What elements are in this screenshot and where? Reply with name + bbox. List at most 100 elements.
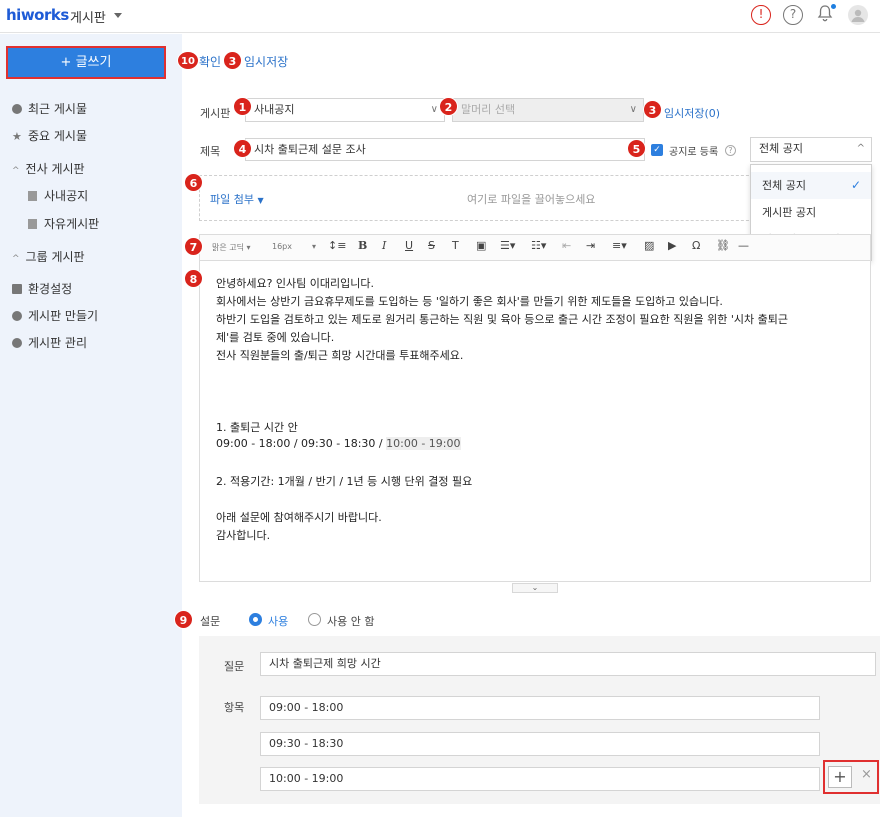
highlight-icon[interactable]: ▣ [476,239,486,252]
sidebar-item-create-board[interactable]: 게시판 만들기 [12,307,98,324]
alert-icon[interactable]: ! [751,5,771,25]
video-icon[interactable]: ▶ [668,239,676,252]
survey-option-input[interactable]: 09:30 - 18:30 [260,732,820,756]
editor-line: 안녕하세요? 인사팀 이대리입니다. [216,277,375,290]
step-badge: 10 [177,51,199,70]
bold-icon[interactable]: B [358,239,367,252]
caret-down-icon[interactable]: ▾ [312,242,316,251]
write-post-button[interactable]: + 글쓰기 [6,46,166,79]
confirm-button[interactable]: 확인 [199,53,221,70]
special-char-icon[interactable]: Ω [692,239,700,252]
italic-icon[interactable]: I [382,239,386,252]
sidebar-item-label: 사내공지 [44,189,89,203]
step-badge: 7 [184,237,203,256]
link-icon[interactable]: ⛓ [716,239,730,252]
avatar-icon[interactable] [848,5,868,25]
align-icon[interactable]: ≡▾ [612,239,627,252]
board-select[interactable]: 사내공지 ∨ [245,98,445,122]
step-badge: 3 [643,100,662,119]
file-drop-area[interactable]: 파일 첨부 ▼ 여기로 파일을 끌어놓으세요 [199,175,779,221]
category-select[interactable]: 말머리 선택 ∨ [452,98,644,122]
plus-circle-icon [12,311,22,321]
star-icon: ★ [12,130,22,143]
notice-scope-value: 전체 공지 [759,142,803,155]
editor-line: 하반기 도입을 검토하고 있는 제도로 원거리 통근하는 직원 및 육아 등으로… [216,313,788,326]
editor-line: 2. 적용기간: 1개월 / 반기 / 1년 등 시행 단위 결정 필요 [216,475,473,488]
temp-save-count-link[interactable]: 임시저장(0) [664,105,720,121]
check-icon: ✓ [850,178,861,192]
app-name[interactable]: 게시판 [70,7,106,26]
step-badge: 2 [439,97,458,116]
bell-icon[interactable] [815,4,836,25]
title-input[interactable]: 시차 출퇴근제 설문 조사 [245,138,645,161]
editor-line: 제'를 검토 중에 있습니다. [216,331,335,344]
chevron-up-icon: ^ [856,143,865,154]
notice-checkbox[interactable]: ✓ [651,144,663,156]
numbered-list-icon[interactable]: ☷▾ [531,239,546,252]
survey-option-input[interactable]: 09:00 - 18:00 [260,696,820,720]
question-label: 질문 [224,660,245,673]
underline-icon[interactable]: U [405,239,413,252]
bullet-list-icon[interactable]: ☰▾ [500,239,515,252]
highlighted-text: 10:00 - 19:00 [386,437,461,450]
section-label: 그룹 게시판 [25,250,85,264]
sidebar-item-notice[interactable]: 사내공지 [28,187,88,204]
sidebar-section-company[interactable]: ^ 전사 게시판 [12,160,85,177]
file-attach-button[interactable]: 파일 첨부 ▼ [210,191,264,207]
notice-scope-select[interactable]: 전체 공지 ^ [750,137,872,162]
remove-option-button[interactable]: × [861,767,872,782]
sidebar-item-label: 중요 게시물 [28,129,88,143]
app-caret-icon[interactable] [114,13,122,18]
survey-option-input[interactable]: 10:00 - 19:00 [260,767,820,791]
file-drop-hint: 여기로 파일을 끌어놓으세요 [467,193,596,206]
board-label: 게시판 [200,107,231,120]
content-editor[interactable]: 안녕하세요? 인사팀 이대리입니다. 회사에서는 상반기 금요휴무제도를 도입하… [199,260,871,582]
help-icon[interactable]: ? [725,145,736,156]
editor-line: 회사에서는 상반기 금요휴무제도를 도입하는 등 '일하기 좋은 회사'를 만들… [216,295,723,308]
sidebar-item-label: 자유게시판 [44,217,100,231]
sidebar-item-important[interactable]: ★ 중요 게시물 [12,127,87,144]
text-color-icon[interactable]: T [452,239,459,252]
notice-checkbox-label: 공지로 등록 [669,147,719,158]
survey-use-radio[interactable] [249,613,262,626]
sidebar-item-label: 게시판 만들기 [28,309,99,323]
indent-icon[interactable]: ⇥ [586,239,595,252]
title-label: 제목 [200,145,221,158]
chevron-down-icon: ∨ [430,104,438,115]
step-badge: 6 [184,173,203,192]
survey-not-use-label[interactable]: 사용 안 함 [327,613,374,629]
survey-not-use-radio[interactable] [308,613,321,626]
image-icon[interactable]: ▨ [644,239,654,252]
question-input[interactable]: 시차 출퇴근제 희망 시간 [260,652,876,676]
step-badge: 1 [233,97,252,116]
logo[interactable]: hiworks [6,6,69,24]
font-family-select[interactable]: 맑은 고딕 ▾ [212,242,251,253]
editor-line: 감사합니다. [216,529,271,542]
notification-dot [831,4,836,9]
sidebar-item-recent[interactable]: 최근 게시물 [12,100,87,117]
sidebar-item-manage-board[interactable]: 게시판 관리 [12,334,87,351]
sidebar-section-group[interactable]: ^ 그룹 게시판 [12,248,85,265]
font-size-select[interactable]: 16px [272,242,292,251]
notice-option-all[interactable]: 전체 공지 ✓ [751,172,871,199]
editor-resize-handle[interactable]: ⌄ [512,583,558,593]
help-icon[interactable]: ? [783,5,803,25]
sidebar-item-label: 환경설정 [28,282,73,296]
editor-line: 전사 직원분들의 출/퇴근 희망 시간대를 투표해주세요. [216,349,464,362]
line-height-icon[interactable]: ↕≡ [328,239,346,252]
sidebar-item-free-board[interactable]: 자유게시판 [28,215,99,232]
horizontal-rule-icon[interactable]: — [738,239,749,252]
outdent-icon[interactable]: ⇤ [562,239,571,252]
sidebar-item-settings[interactable]: 환경설정 [12,280,72,297]
caret-down-icon: ▼ [257,196,264,205]
strikethrough-icon[interactable]: S [428,239,435,252]
editor-line: 1. 출퇴근 시간 안 [216,421,298,434]
step-badge: 4 [233,139,252,158]
add-option-button[interactable]: + [828,766,852,788]
step-badge: 9 [174,610,193,629]
chevron-up-icon: ^ [12,254,20,264]
notice-option-board[interactable]: 게시판 공지 [751,199,871,226]
temp-save-button[interactable]: 임시저장 [244,53,288,70]
survey-panel: 질문 시차 출퇴근제 희망 시간 항목 09:00 - 18:00 09:30 … [199,636,880,804]
survey-use-label[interactable]: 사용 [268,613,288,629]
